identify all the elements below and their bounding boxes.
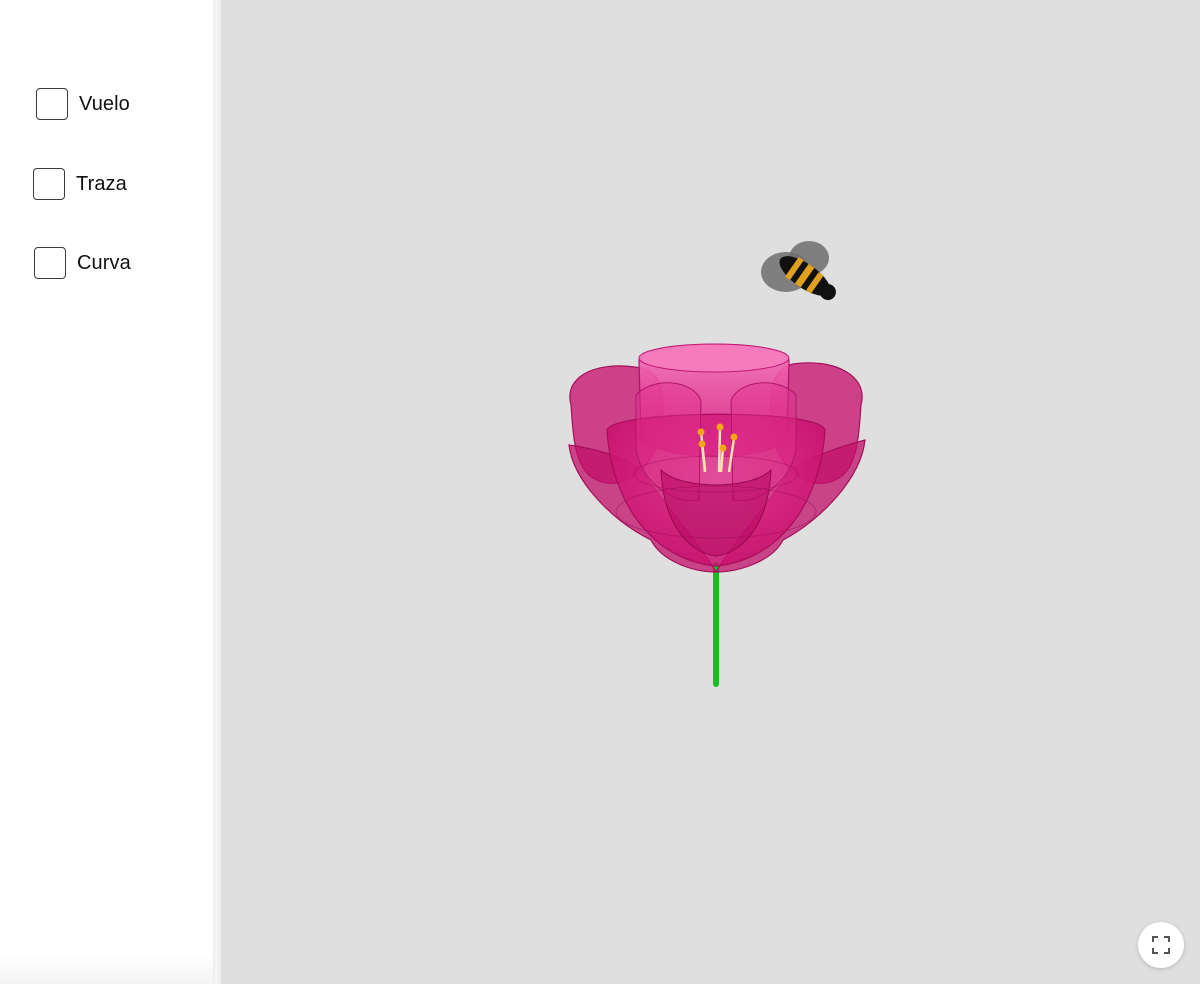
stamen-filament xyxy=(717,427,722,473)
checkbox-traza-label: Traza xyxy=(76,172,127,195)
graphics-3d-view[interactable] xyxy=(221,0,1200,984)
stamen-anther xyxy=(719,444,727,452)
stamen-anther xyxy=(698,440,706,448)
panel-resize-divider[interactable] xyxy=(213,0,221,984)
panel-bottom-fade xyxy=(0,954,213,984)
scene-svg xyxy=(568,241,866,687)
checkbox-traza-box[interactable] xyxy=(33,168,65,200)
flower xyxy=(568,343,866,573)
stamen-anther xyxy=(716,423,724,431)
stamen-anther xyxy=(730,433,738,441)
checkbox-vuelo-label: Vuelo xyxy=(79,92,130,115)
flower-petal xyxy=(638,343,790,373)
fullscreen-icon xyxy=(1152,936,1170,954)
checkbox-curva[interactable]: Curva xyxy=(34,247,131,279)
stamen-anther xyxy=(697,428,705,436)
checkbox-traza[interactable]: Traza xyxy=(33,168,127,200)
checkbox-vuelo-box[interactable] xyxy=(36,88,68,120)
checkbox-curva-box[interactable] xyxy=(34,247,66,279)
control-panel: Vuelo Traza Curva xyxy=(0,0,213,984)
checkbox-curva-label: Curva xyxy=(77,251,131,274)
bee xyxy=(761,241,836,301)
geogebra-app: Vuelo Traza Curva xyxy=(0,0,1200,984)
checkbox-vuelo[interactable]: Vuelo xyxy=(36,88,130,120)
fullscreen-button[interactable] xyxy=(1138,922,1184,968)
